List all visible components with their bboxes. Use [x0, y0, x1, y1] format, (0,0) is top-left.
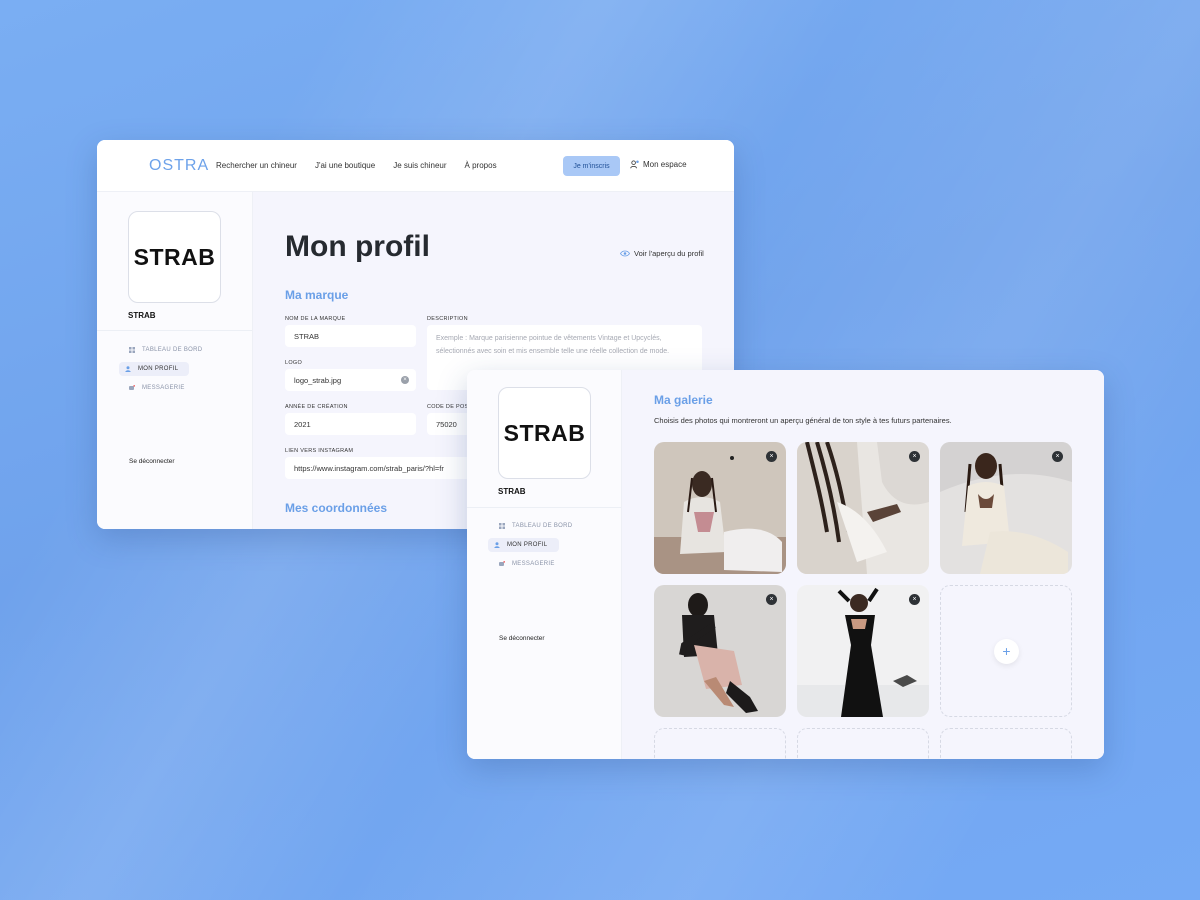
gallery-subtitle: Choisis des photos qui montreront un ape…: [654, 416, 952, 425]
logo-label: LOGO: [285, 360, 303, 366]
sidebar-item-dashboard[interactable]: TABLEAU DE BORD: [499, 523, 572, 529]
nav-links: Rechercher un chineur J'ai une boutique …: [216, 161, 497, 170]
logo-filename: logo_strab.jpg: [294, 375, 342, 385]
section-title-brand: Ma marque: [285, 288, 349, 302]
sidebar-divider: [97, 330, 252, 331]
nav-link-shop[interactable]: J'ai une boutique: [315, 161, 375, 170]
user-icon: [125, 366, 131, 372]
gallery-photo[interactable]: ×: [654, 585, 786, 717]
add-photo-slot[interactable]: [797, 728, 929, 759]
brand-logo-text: STRAB: [133, 243, 216, 270]
nav-link-about[interactable]: À propos: [465, 161, 497, 170]
brand-logo: STRAB: [498, 387, 591, 479]
clear-icon[interactable]: ×: [401, 376, 409, 384]
brand-logo-text: STRAB: [503, 419, 586, 446]
add-photo-slot[interactable]: [940, 728, 1072, 759]
gallery-photo[interactable]: ×: [797, 585, 929, 717]
photo-woman-seated: [654, 442, 786, 574]
logo-field[interactable]: logo_strab.jpg ×: [285, 369, 416, 391]
year-field[interactable]: 2021: [285, 413, 416, 435]
brand-name: STRAB: [128, 311, 156, 320]
sidebar-item-messages[interactable]: MESSAGERIE: [499, 561, 555, 567]
gallery-photo[interactable]: ×: [940, 442, 1072, 574]
dashboard-icon: [499, 523, 505, 529]
gallery-window: STRAB STRAB TABLEAU DE BORD MON PROFIL M…: [467, 370, 1104, 759]
photo-crouching-pose: [654, 585, 786, 717]
description-label: DESCRIPTION: [427, 316, 468, 322]
gallery-photo[interactable]: ×: [654, 442, 786, 574]
section-title-contact: Mes coordonnées: [285, 501, 388, 515]
gallery-main: Ma galerie Choisis des photos qui montre…: [622, 370, 1104, 759]
sidebar: STRAB STRAB TABLEAU DE BORD MON PROFIL M…: [467, 370, 622, 759]
photo-black-dress: [797, 585, 929, 717]
sidebar-item-label: MESSAGERIE: [512, 561, 555, 567]
remove-photo-icon[interactable]: ×: [766, 594, 777, 605]
gallery-title: Ma galerie: [654, 393, 713, 407]
register-button[interactable]: Je m'inscris: [563, 156, 620, 176]
sidebar: STRAB STRAB TABLEAU DE BORD MON PROFIL M…: [97, 192, 253, 529]
sidebar-item-label: TABLEAU DE BORD: [512, 523, 573, 529]
preview-profile-link[interactable]: Voir l'aperçu du profil: [620, 249, 704, 258]
brand-name: STRAB: [498, 487, 526, 496]
chat-icon: [499, 561, 505, 566]
sidebar-item-messages[interactable]: MESSAGERIE: [129, 385, 185, 391]
preview-profile-label: Voir l'aperçu du profil: [634, 249, 704, 258]
brand-name-label: NOM DE LA MARQUE: [285, 316, 346, 322]
add-photo-icon[interactable]: +: [994, 639, 1019, 664]
remove-photo-icon[interactable]: ×: [909, 594, 920, 605]
logout-link[interactable]: Se déconnecter: [499, 635, 545, 642]
site-logo[interactable]: OSTRA: [149, 157, 209, 175]
dashboard-icon: [129, 347, 135, 353]
nav-link-search[interactable]: Rechercher un chineur: [216, 161, 297, 170]
remove-photo-icon[interactable]: ×: [909, 451, 920, 462]
account-link[interactable]: Mon espace: [630, 160, 687, 169]
brand-logo: STRAB: [128, 211, 221, 303]
chat-icon: [129, 385, 135, 390]
sidebar-divider: [467, 507, 621, 508]
add-photo-slot[interactable]: +: [940, 585, 1072, 717]
nav-link-chineur[interactable]: Je suis chineur: [393, 161, 446, 170]
eye-icon: [620, 250, 630, 257]
user-icon: [494, 542, 500, 548]
brand-name-field[interactable]: STRAB: [285, 325, 416, 347]
sidebar-item-label: MESSAGERIE: [142, 385, 185, 391]
remove-photo-icon[interactable]: ×: [766, 451, 777, 462]
sidebar-item-dashboard[interactable]: TABLEAU DE BORD: [129, 347, 202, 353]
add-photo-slot[interactable]: [654, 728, 786, 759]
gallery-photo[interactable]: ×: [797, 442, 929, 574]
logout-link[interactable]: Se déconnecter: [129, 458, 175, 465]
account-label: Mon espace: [643, 160, 687, 169]
sidebar-item-profile[interactable]: MON PROFIL: [119, 362, 189, 376]
top-navigation: OSTRA Rechercher un chineur J'ai une bou…: [97, 140, 734, 192]
sidebar-item-label: MON PROFIL: [138, 366, 179, 372]
year-label: ANNÉE DE CRÉATION: [285, 404, 348, 410]
page-title: Mon profil: [285, 230, 430, 263]
sidebar-item-label: MON PROFIL: [507, 542, 548, 548]
remove-photo-icon[interactable]: ×: [1052, 451, 1063, 462]
instagram-label: LIEN VERS INSTAGRAM: [285, 448, 354, 454]
photo-white-dress: [940, 442, 1072, 574]
sidebar-item-profile[interactable]: MON PROFIL: [488, 538, 559, 552]
sidebar-item-label: TABLEAU DE BORD: [142, 347, 203, 353]
account-icon: [630, 160, 639, 169]
photo-braids-detail: [797, 442, 929, 574]
